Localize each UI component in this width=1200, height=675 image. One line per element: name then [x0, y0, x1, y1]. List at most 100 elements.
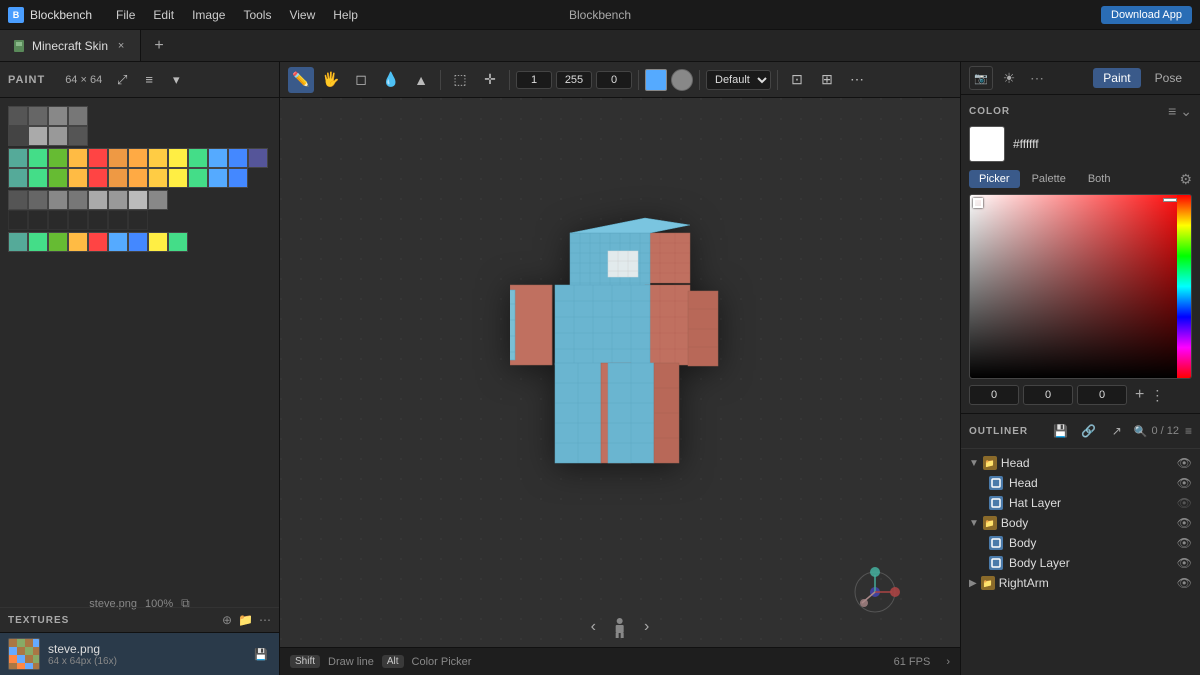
menu-edit[interactable]: Edit [145, 6, 182, 24]
move-tool[interactable]: ✛ [477, 67, 503, 93]
separator-2 [509, 70, 510, 90]
download-button[interactable]: Download App [1101, 6, 1192, 24]
texture-item[interactable]: steve.png 64 x 64px (16x) 💾 [0, 633, 279, 675]
fill-tool[interactable]: 🖐 [318, 67, 344, 93]
color-close-btn[interactable]: ⌄ [1180, 103, 1192, 120]
blend-mode-select[interactable]: Default [706, 70, 771, 90]
grid-toggle[interactable]: ⊞ [814, 67, 840, 93]
color-picker-tool[interactable]: 💧 [378, 67, 404, 93]
group-head[interactable]: ▼ 📁 Head 👁 [961, 453, 1200, 473]
rgb-more-btn[interactable]: ⋮ [1150, 387, 1164, 404]
center-panel: ✏️ 🖐 ◻ 💧 ▲ ⬚ ✛ Default ⊡ [280, 62, 960, 675]
value3-input[interactable] [596, 71, 632, 89]
outliner-tree: ▼ 📁 Head 👁 Head 👁 Hat [961, 449, 1200, 675]
nav-prev[interactable]: ‹ [591, 618, 596, 636]
tab-paint[interactable]: Paint [1093, 68, 1140, 88]
outliner-save-btn[interactable]: 💾 [1050, 420, 1072, 442]
r-input[interactable] [969, 385, 1019, 405]
foreground-color-swatch[interactable] [645, 69, 667, 91]
canvas-area[interactable]: ‹ › [280, 98, 960, 647]
nav-next[interactable]: › [644, 618, 649, 636]
mirror-tool[interactable]: ⊡ [784, 67, 810, 93]
title-bar-right: Download App [1101, 6, 1192, 24]
color-picker-area[interactable] [969, 194, 1192, 379]
color-collapse-btn[interactable]: ≡ [1168, 103, 1176, 120]
body-layer-eye-icon[interactable]: 👁 [1177, 556, 1192, 570]
texture-add-btn[interactable]: ⊕ [222, 613, 232, 627]
mode-select-icon[interactable]: ≡ [137, 68, 161, 92]
app-logo: B [8, 7, 24, 23]
opacity-input[interactable] [556, 71, 592, 89]
fps-counter: 61 FPS [894, 656, 931, 668]
body-layer-mesh-icon [989, 556, 1003, 570]
menu-view[interactable]: View [281, 6, 323, 24]
right-arm-chevron-icon: ▶ [969, 578, 977, 589]
tab-palette[interactable]: Palette [1022, 170, 1076, 188]
child-body[interactable]: Body 👁 [961, 533, 1200, 553]
tab-both[interactable]: Both [1078, 170, 1121, 188]
group-body[interactable]: ▼ 📁 Body 👁 [961, 513, 1200, 533]
tab-label: Minecraft Skin [32, 39, 108, 53]
outliner-search[interactable]: 🔍 0 / 12 [1134, 425, 1179, 438]
textures-section: TEXTURES ⊕ 📁 ⋯ [0, 607, 279, 675]
menu-help[interactable]: Help [325, 6, 366, 24]
outliner-title: OUTLINER [969, 426, 1028, 437]
head-child-eye-icon[interactable]: 👁 [1177, 476, 1192, 490]
color-section: COLOR ≡ ⌄ #ffffff Picker Palette Both ⚙ [961, 95, 1200, 414]
select-tool[interactable]: ⬚ [447, 67, 473, 93]
b-input[interactable] [1077, 385, 1127, 405]
hue-cursor [1163, 198, 1177, 202]
brush-tool[interactable]: ✏️ [288, 67, 314, 93]
child-body-layer[interactable]: Body Layer 👁 [961, 553, 1200, 573]
menu-file[interactable]: File [108, 6, 143, 24]
head-child-label: Head [1009, 476, 1038, 490]
color-title: COLOR [969, 106, 1010, 117]
head-visibility-icon[interactable]: 👁 [1177, 456, 1192, 470]
paint-canvas[interactable]: steve.png 100% ⧉ TEXTURES ⊕ 📁 ⋯ [0, 98, 279, 675]
texture-size: 64 x 64px (16x) [48, 656, 243, 667]
texture-folder-btn[interactable]: 📁 [238, 613, 253, 627]
color-preview-swatch[interactable] [969, 126, 1005, 162]
hue-bar[interactable] [1177, 195, 1191, 378]
expand-status[interactable]: › [946, 656, 950, 668]
tab-close-button[interactable]: × [114, 39, 128, 53]
g-input[interactable] [1023, 385, 1073, 405]
right-panel: 📷 ☀ ⋯ Paint Pose COLOR ≡ ⌄ #ffffff [960, 62, 1200, 675]
child-hat-layer[interactable]: Hat Layer 👁 [961, 493, 1200, 513]
head-folder-icon: 📁 [983, 456, 997, 470]
brush-size-input[interactable] [516, 71, 552, 89]
hat-layer-eye-icon[interactable]: 👁 [1177, 496, 1192, 510]
background-color-swatch[interactable] [671, 69, 693, 91]
child-head[interactable]: Head 👁 [961, 473, 1200, 493]
color-settings-icon[interactable]: ⚙ [1179, 171, 1192, 188]
body-folder-icon: 📁 [983, 516, 997, 530]
outliner-more-btn[interactable]: ≡ [1185, 424, 1192, 438]
color-preview-row: #ffffff [969, 126, 1192, 162]
more-options[interactable]: ⋯ [844, 67, 870, 93]
body-visibility-icon[interactable]: 👁 [1177, 516, 1192, 530]
texture-save-btn[interactable]: 💾 [251, 644, 271, 664]
eraser-tool[interactable]: ◻ [348, 67, 374, 93]
new-tab-button[interactable]: + [145, 32, 173, 60]
menu-image[interactable]: Image [184, 6, 233, 24]
tab-minecraft-skin[interactable]: Minecraft Skin × [0, 30, 141, 61]
tab-pose[interactable]: Pose [1145, 68, 1192, 88]
camera-icon[interactable]: 📷 [969, 66, 993, 90]
color-section-header: COLOR ≡ ⌄ [969, 103, 1192, 120]
rgb-add-btn[interactable]: + [1135, 386, 1144, 404]
expand-icon[interactable]: ⤢ [110, 68, 134, 92]
separator-1 [440, 70, 441, 90]
right-arm-visibility-icon[interactable]: 👁 [1177, 576, 1192, 590]
more-view-icon[interactable]: ⋯ [1025, 66, 1049, 90]
gradient-tool[interactable]: ▲ [408, 67, 434, 93]
tab-picker[interactable]: Picker [969, 170, 1020, 188]
group-right-arm[interactable]: ▶ 📁 RightArm 👁 [961, 573, 1200, 593]
sun-icon[interactable]: ☀ [997, 66, 1021, 90]
menu-tools[interactable]: Tools [235, 6, 279, 24]
outliner-link-btn[interactable]: 🔗 [1078, 420, 1100, 442]
body-child-eye-icon[interactable]: 👁 [1177, 536, 1192, 550]
dropdown-icon[interactable]: ▾ [164, 68, 188, 92]
hat-layer-mesh-icon [989, 496, 1003, 510]
texture-more-btn[interactable]: ⋯ [259, 613, 271, 627]
outliner-expand-btn[interactable]: ↗ [1106, 420, 1128, 442]
